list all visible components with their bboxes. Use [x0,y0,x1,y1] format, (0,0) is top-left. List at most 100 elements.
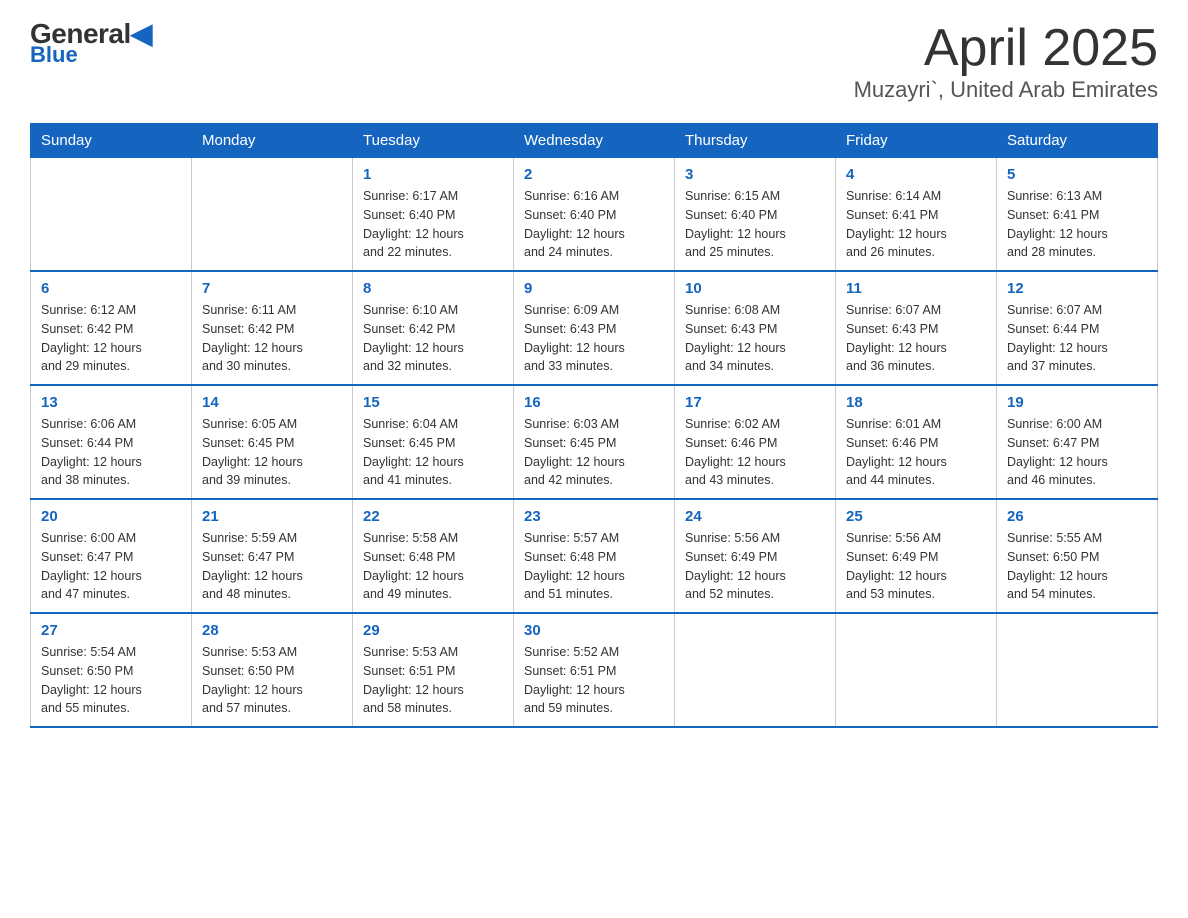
day-number: 5 [1007,166,1147,183]
calendar-cell: 5 Sunrise: 6:13 AMSunset: 6:41 PMDaylight… [997,158,1158,272]
day-info: Sunrise: 5:52 AMSunset: 6:51 PMDaylight:… [524,643,664,718]
day-info: Sunrise: 6:08 AMSunset: 6:43 PMDaylight:… [685,301,825,376]
calendar-cell [31,158,192,272]
title-block: April 2025 Muzayri`, United Arab Emirate… [854,20,1158,103]
day-info: Sunrise: 6:04 AMSunset: 6:45 PMDaylight:… [363,415,503,490]
day-info: Sunrise: 6:02 AMSunset: 6:46 PMDaylight:… [685,415,825,490]
calendar-cell: 23 Sunrise: 5:57 AMSunset: 6:48 PMDayligh… [514,499,675,613]
day-info: Sunrise: 6:11 AMSunset: 6:42 PMDaylight:… [202,301,342,376]
weekday-header-sunday: Sunday [31,124,192,158]
day-info: Sunrise: 6:15 AMSunset: 6:40 PMDaylight:… [685,187,825,262]
day-info: Sunrise: 5:56 AMSunset: 6:49 PMDaylight:… [685,529,825,604]
day-info: Sunrise: 6:05 AMSunset: 6:45 PMDaylight:… [202,415,342,490]
day-number: 9 [524,280,664,297]
day-number: 16 [524,394,664,411]
day-number: 27 [41,622,181,639]
calendar-cell: 17 Sunrise: 6:02 AMSunset: 6:46 PMDayligh… [675,385,836,499]
calendar-cell: 9 Sunrise: 6:09 AMSunset: 6:43 PMDaylight… [514,271,675,385]
day-number: 28 [202,622,342,639]
calendar-cell: 10 Sunrise: 6:08 AMSunset: 6:43 PMDayligh… [675,271,836,385]
calendar-cell: 18Sunrise: 6:01 AMSunset: 6:46 PMDayligh… [836,385,997,499]
day-info: Sunrise: 6:03 AMSunset: 6:45 PMDaylight:… [524,415,664,490]
day-info: Sunrise: 6:14 AMSunset: 6:41 PMDaylight:… [846,187,986,262]
day-number: 11 [846,280,986,297]
day-number: 18 [846,394,986,411]
calendar-cell [675,613,836,727]
day-number: 4 [846,166,986,183]
page-header: General◀ Blue April 2025 Muzayri`, Unite… [30,20,1158,103]
day-number: 1 [363,166,503,183]
day-number: 6 [41,280,181,297]
day-info: Sunrise: 6:10 AMSunset: 6:42 PMDaylight:… [363,301,503,376]
calendar-cell: 24 Sunrise: 5:56 AMSunset: 6:49 PMDayligh… [675,499,836,613]
day-info: Sunrise: 5:53 AMSunset: 6:50 PMDaylight:… [202,643,342,718]
day-number: 30 [524,622,664,639]
calendar-cell: 7 Sunrise: 6:11 AMSunset: 6:42 PMDaylight… [192,271,353,385]
day-number: 20 [41,508,181,525]
calendar-cell: 12 Sunrise: 6:07 AMSunset: 6:44 PMDayligh… [997,271,1158,385]
day-number: 21 [202,508,342,525]
logo-bottom: Blue [30,44,152,66]
calendar-cell: 4 Sunrise: 6:14 AMSunset: 6:41 PMDaylight… [836,158,997,272]
weekday-header-saturday: Saturday [997,124,1158,158]
day-number: 3 [685,166,825,183]
day-info: Sunrise: 5:55 AMSunset: 6:50 PMDaylight:… [1007,529,1147,604]
calendar-cell: 21Sunrise: 5:59 AMSunset: 6:47 PMDayligh… [192,499,353,613]
calendar-cell: 8 Sunrise: 6:10 AMSunset: 6:42 PMDaylight… [353,271,514,385]
weekday-header-wednesday: Wednesday [514,124,675,158]
day-number: 24 [685,508,825,525]
calendar-table: SundayMondayTuesdayWednesdayThursdayFrid… [30,123,1158,728]
day-number: 19 [1007,394,1147,411]
day-info: Sunrise: 6:06 AMSunset: 6:44 PMDaylight:… [41,415,181,490]
day-number: 7 [202,280,342,297]
calendar-week-5: 27 Sunrise: 5:54 AMSunset: 6:50 PMDayligh… [31,613,1158,727]
calendar-cell [836,613,997,727]
calendar-header-row: SundayMondayTuesdayWednesdayThursdayFrid… [31,124,1158,158]
calendar-cell: 30 Sunrise: 5:52 AMSunset: 6:51 PMDayligh… [514,613,675,727]
calendar-cell: 16 Sunrise: 6:03 AMSunset: 6:45 PMDayligh… [514,385,675,499]
day-info: Sunrise: 5:58 AMSunset: 6:48 PMDaylight:… [363,529,503,604]
day-info: Sunrise: 6:07 AMSunset: 6:44 PMDaylight:… [1007,301,1147,376]
day-number: 15 [363,394,503,411]
calendar-cell: 28 Sunrise: 5:53 AMSunset: 6:50 PMDayligh… [192,613,353,727]
calendar-week-4: 20Sunrise: 6:00 AMSunset: 6:47 PMDayligh… [31,499,1158,613]
day-number: 17 [685,394,825,411]
day-number: 26 [1007,508,1147,525]
day-info: Sunrise: 5:56 AMSunset: 6:49 PMDaylight:… [846,529,986,604]
day-number: 22 [363,508,503,525]
calendar-cell: 1 Sunrise: 6:17 AMSunset: 6:40 PMDaylight… [353,158,514,272]
weekday-header-tuesday: Tuesday [353,124,514,158]
day-number: 29 [363,622,503,639]
day-info: Sunrise: 6:00 AMSunset: 6:47 PMDaylight:… [1007,415,1147,490]
calendar-cell: 20Sunrise: 6:00 AMSunset: 6:47 PMDayligh… [31,499,192,613]
calendar-cell: 2Sunrise: 6:16 AMSunset: 6:40 PMDaylight… [514,158,675,272]
day-info: Sunrise: 6:17 AMSunset: 6:40 PMDaylight:… [363,187,503,262]
day-number: 12 [1007,280,1147,297]
day-number: 8 [363,280,503,297]
day-number: 23 [524,508,664,525]
weekday-header-thursday: Thursday [675,124,836,158]
day-number: 10 [685,280,825,297]
calendar-cell: 15 Sunrise: 6:04 AMSunset: 6:45 PMDayligh… [353,385,514,499]
calendar-cell: 22 Sunrise: 5:58 AMSunset: 6:48 PMDayligh… [353,499,514,613]
day-info: Sunrise: 5:53 AMSunset: 6:51 PMDaylight:… [363,643,503,718]
day-number: 14 [202,394,342,411]
calendar-cell: 3 Sunrise: 6:15 AMSunset: 6:40 PMDaylight… [675,158,836,272]
calendar-cell: 11Sunrise: 6:07 AMSunset: 6:43 PMDayligh… [836,271,997,385]
day-info: Sunrise: 6:09 AMSunset: 6:43 PMDaylight:… [524,301,664,376]
day-number: 13 [41,394,181,411]
logo: General◀ Blue [30,20,152,66]
day-info: Sunrise: 5:54 AMSunset: 6:50 PMDaylight:… [41,643,181,718]
calendar-week-1: 1 Sunrise: 6:17 AMSunset: 6:40 PMDaylight… [31,158,1158,272]
calendar-cell: 27 Sunrise: 5:54 AMSunset: 6:50 PMDayligh… [31,613,192,727]
calendar-cell: 13 Sunrise: 6:06 AMSunset: 6:44 PMDayligh… [31,385,192,499]
page-title: April 2025 [854,20,1158,77]
calendar-cell: 26 Sunrise: 5:55 AMSunset: 6:50 PMDayligh… [997,499,1158,613]
day-info: Sunrise: 6:13 AMSunset: 6:41 PMDaylight:… [1007,187,1147,262]
day-number: 2 [524,166,664,183]
calendar-cell [192,158,353,272]
calendar-week-3: 13 Sunrise: 6:06 AMSunset: 6:44 PMDayligh… [31,385,1158,499]
weekday-header-friday: Friday [836,124,997,158]
day-info: Sunrise: 5:57 AMSunset: 6:48 PMDaylight:… [524,529,664,604]
calendar-cell [997,613,1158,727]
